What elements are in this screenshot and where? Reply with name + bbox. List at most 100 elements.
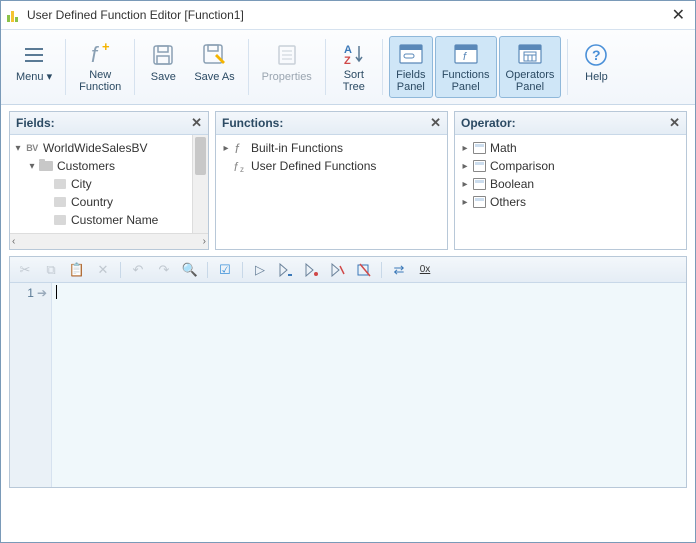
undo-button: ↶ <box>129 261 147 279</box>
operator-group-label: Comparison <box>490 159 555 173</box>
new-function-label: New Function <box>79 69 121 93</box>
calculator-icon <box>473 160 486 172</box>
editor-toolbar: ✂ ⧉ 📋 ✕ ↶ ↷ 🔍 ☑ ▷ ⇄ 0x <box>10 257 686 283</box>
functions-panel-icon: f <box>452 41 480 67</box>
fields-panel-header: Fields: ✕ <box>10 112 208 135</box>
tree-row-operator-group[interactable]: ▸ Boolean <box>457 175 684 193</box>
properties-label: Properties <box>262 71 312 83</box>
tree-row-field[interactable]: City <box>12 175 190 193</box>
redo-button: ↷ <box>155 261 173 279</box>
functions-panel-label: Functions Panel <box>442 69 490 93</box>
svg-text:f: f <box>234 160 239 173</box>
tree-row-operator-group[interactable]: ▸ Comparison <box>457 157 684 175</box>
functions-panel-title: Functions: <box>222 116 283 130</box>
validate-button[interactable]: ☑ <box>216 261 234 279</box>
field-label: City <box>71 177 92 191</box>
step-out-button[interactable] <box>329 261 347 279</box>
current-line-arrow-icon: ➔ <box>37 286 47 300</box>
help-button[interactable]: ? Help <box>574 36 618 98</box>
help-label: Help <box>585 71 608 83</box>
run-button[interactable]: ▷ <box>251 261 269 279</box>
help-icon: ? <box>582 41 610 69</box>
save-button[interactable]: Save <box>141 36 185 98</box>
copy-button: ⧉ <box>42 261 60 279</box>
operators-panel-title: Operator: <box>461 116 516 130</box>
tree-row-function-group[interactable]: fz User Defined Functions <box>218 157 445 175</box>
sort-tree-button[interactable]: AZ Sort Tree <box>332 36 376 98</box>
svg-text:+: + <box>102 41 110 54</box>
operators-panel-icon <box>516 41 544 67</box>
tree-row-operator-group[interactable]: ▸ Others <box>457 193 684 211</box>
functions-panel-header: Functions: ✕ <box>216 112 447 135</box>
tree-row-field[interactable]: Customer Name <box>12 211 190 229</box>
save-as-label: Save As <box>194 71 234 83</box>
operators-panel: Operator: ✕ ▸ Math ▸ Comparison ▸ <box>454 111 687 250</box>
step-into-button[interactable] <box>303 261 321 279</box>
svg-text:Z: Z <box>344 55 351 66</box>
fields-horizontal-scrollbar[interactable]: ‹› <box>10 233 208 249</box>
fields-panel: Fields: ✕ ▾ BV WorldWideSalesBV ▾ Custom… <box>9 111 209 250</box>
step-over-button[interactable] <box>277 261 295 279</box>
menu-label: Menu <box>16 71 44 83</box>
text-cursor <box>56 285 57 299</box>
close-button[interactable]: ✕ <box>668 5 689 25</box>
ribbon-toolbar: Menu ▾ f+ New Function Save Save As Prop… <box>1 29 695 105</box>
fields-vertical-scrollbar[interactable] <box>192 135 208 233</box>
tree-row-field[interactable]: Country <box>12 193 190 211</box>
fields-panel-title: Fields: <box>16 116 55 130</box>
new-function-icon: f+ <box>86 41 114 67</box>
menu-button[interactable]: Menu ▾ <box>9 36 59 98</box>
folder-icon <box>39 161 53 171</box>
operator-group-label: Boolean <box>490 177 534 191</box>
fields-panel-close[interactable]: ✕ <box>191 115 202 131</box>
calculator-icon <box>473 178 486 190</box>
functions-panel-button[interactable]: f Functions Panel <box>435 36 497 98</box>
cut-button: ✂ <box>16 261 34 279</box>
panels-row: Fields: ✕ ▾ BV WorldWideSalesBV ▾ Custom… <box>1 105 695 256</box>
functions-panel-close[interactable]: ✕ <box>430 115 441 131</box>
operators-panel-close[interactable]: ✕ <box>669 115 680 131</box>
field-icon <box>54 215 66 225</box>
tree-row-root[interactable]: ▾ BV WorldWideSalesBV <box>12 139 190 157</box>
operators-panel-header: Operator: ✕ <box>455 112 686 135</box>
clear-breakpoints-button[interactable] <box>355 261 373 279</box>
operators-panel-label: Operators Panel <box>506 69 555 93</box>
code-editor: ✂ ⧉ 📋 ✕ ↶ ↷ 🔍 ☑ ▷ ⇄ 0x 1➔ <box>9 256 687 488</box>
code-text-area[interactable] <box>52 283 686 487</box>
save-icon <box>149 41 177 69</box>
field-label: Customer Name <box>71 213 158 227</box>
fields-tree[interactable]: ▾ BV WorldWideSalesBV ▾ Customers City <box>10 135 192 233</box>
new-function-button[interactable]: f+ New Function <box>72 36 128 98</box>
app-logo-icon <box>7 8 21 22</box>
svg-text:z: z <box>240 165 244 173</box>
field-label: Country <box>71 195 113 209</box>
sort-tree-label: Sort Tree <box>343 69 365 93</box>
operator-group-label: Others <box>490 195 526 209</box>
field-icon <box>54 197 66 207</box>
delete-button: ✕ <box>94 261 112 279</box>
tree-row-operator-group[interactable]: ▸ Math <box>457 139 684 157</box>
operators-tree[interactable]: ▸ Math ▸ Comparison ▸ Boolean ▸ <box>455 135 686 215</box>
hamburger-icon <box>20 41 48 69</box>
fields-panel-button[interactable]: Fields Panel <box>389 36 433 98</box>
save-as-button[interactable]: Save As <box>187 36 241 98</box>
fields-panel-icon <box>397 41 425 67</box>
functions-tree[interactable]: ▸ f Built-in Functions fz User Defined F… <box>216 135 447 179</box>
hex-toggle-button[interactable]: 0x <box>416 261 434 279</box>
paste-button[interactable]: 📋 <box>68 261 86 279</box>
line-number: 1 <box>27 286 34 300</box>
svg-text:?: ? <box>592 47 601 63</box>
window-title: User Defined Function Editor [Function1] <box>27 8 668 22</box>
find-button[interactable]: 🔍 <box>181 261 199 279</box>
toggle-breakpoint-button[interactable]: ⇄ <box>390 261 408 279</box>
properties-button: Properties <box>255 36 319 98</box>
save-label: Save <box>151 71 176 83</box>
user-function-icon: fz <box>232 159 248 173</box>
function-group-label: Built-in Functions <box>251 141 343 155</box>
field-icon <box>54 179 66 189</box>
operators-panel-button[interactable]: Operators Panel <box>499 36 562 98</box>
tree-row-group[interactable]: ▾ Customers <box>12 157 190 175</box>
tree-row-function-group[interactable]: ▸ f Built-in Functions <box>218 139 445 157</box>
save-as-icon <box>200 41 228 69</box>
code-area[interactable]: 1➔ <box>10 283 686 487</box>
